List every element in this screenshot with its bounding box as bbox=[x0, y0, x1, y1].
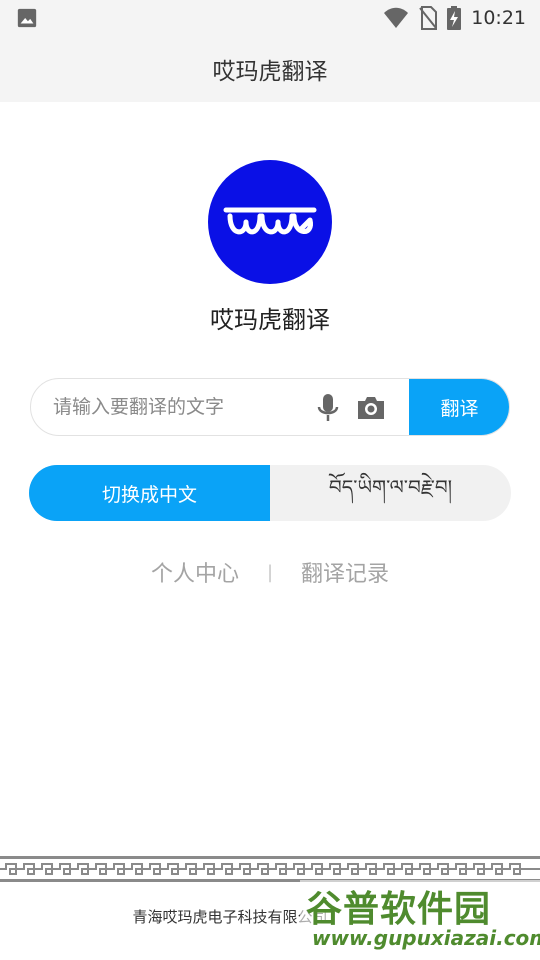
bottom-links: 个人中心 | 翻译记录 bbox=[0, 552, 540, 592]
translate-button[interactable]: 翻译 bbox=[409, 379, 509, 435]
tibetan-logo-mark bbox=[223, 207, 317, 235]
wifi-icon bbox=[384, 7, 409, 28]
switch-to-tibetan-button[interactable]: བོད་ཡིག་ལ་བརྗེ་བ། bbox=[270, 465, 511, 521]
app-title: 哎玛虎翻译 bbox=[212, 59, 328, 85]
personal-center-link[interactable]: 个人中心 bbox=[123, 556, 267, 588]
status-time: 10:21 bbox=[471, 7, 526, 29]
battery-charging-icon bbox=[447, 6, 462, 30]
app-bar: 哎玛虎翻译 bbox=[0, 36, 540, 102]
status-icons: 10:21 bbox=[383, 4, 526, 32]
image-notification-icon bbox=[17, 8, 37, 28]
search-bar: 翻译 bbox=[30, 378, 510, 436]
watermark: 谷普软件园 www.gupuxiazai.com bbox=[300, 880, 540, 960]
translation-history-link[interactable]: 翻译记录 bbox=[273, 556, 417, 588]
switch-to-chinese-button[interactable]: 切换成中文 bbox=[29, 465, 270, 521]
decorative-border bbox=[0, 856, 540, 882]
app-logo bbox=[208, 160, 332, 284]
camera-icon[interactable] bbox=[356, 393, 386, 421]
logo-name: 哎玛虎翻译 bbox=[210, 306, 330, 334]
microphone-icon[interactable] bbox=[315, 393, 341, 423]
language-toggle: 切换成中文 བོད་ཡིག་ལ་བརྗེ་བ། bbox=[29, 465, 511, 521]
no-sim-icon bbox=[419, 6, 438, 30]
watermark-url: www.gupuxiazai.com bbox=[312, 926, 540, 950]
search-input[interactable] bbox=[53, 379, 313, 435]
watermark-title: 谷普软件园 bbox=[306, 889, 492, 930]
status-bar: 10:21 bbox=[0, 0, 540, 36]
